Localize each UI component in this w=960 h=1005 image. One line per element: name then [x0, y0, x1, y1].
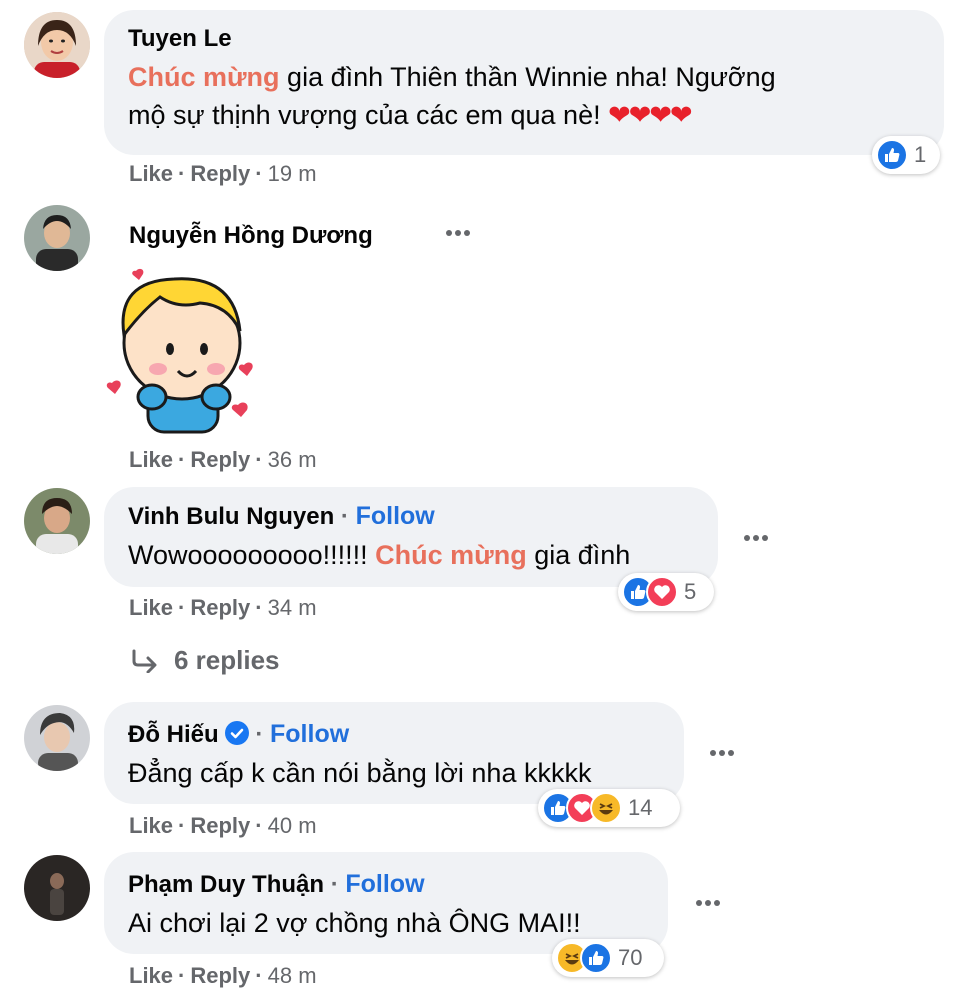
avatar[interactable] — [24, 705, 90, 771]
avatar[interactable] — [24, 12, 90, 78]
reply-arrow-icon — [132, 649, 157, 673]
timestamp[interactable]: 34 m — [268, 595, 317, 620]
like-reaction-icon — [876, 139, 908, 171]
like-button[interactable]: Like — [129, 447, 173, 472]
love-reaction-icon — [646, 576, 678, 608]
comment-author[interactable]: Tuyen Le — [128, 24, 920, 54]
avatar[interactable] — [24, 205, 90, 271]
comment-text: Chúc mừng gia đình Thiên thần Winnie nha… — [128, 62, 776, 130]
like-button[interactable]: Like — [129, 161, 173, 186]
reply-button[interactable]: Reply — [190, 447, 250, 472]
comment-actions: Like · Reply · 40 m — [129, 813, 317, 838]
comment-text: Ai chơi lại 2 vợ chồng nhà ÔNG MAI!! — [128, 908, 581, 938]
comment-author[interactable]: Vinh Bulu Nguyen — [128, 503, 334, 530]
sticker-image[interactable] — [104, 265, 264, 435]
highlighted-text[interactable]: Chúc mừng — [375, 540, 527, 570]
timestamp[interactable]: 19 m — [268, 161, 317, 186]
like-button[interactable]: Like — [129, 813, 173, 838]
reaction-count: 70 — [618, 945, 643, 970]
reaction-summary[interactable]: 70 — [552, 939, 664, 977]
comment-author[interactable]: Nguyễn Hồng Dương — [129, 221, 373, 251]
reaction-summary[interactable]: 1 — [872, 136, 940, 174]
reaction-summary[interactable]: 5 — [618, 573, 714, 611]
replies-label: 6 replies — [174, 645, 280, 675]
timestamp[interactable]: 36 m — [268, 447, 317, 472]
timestamp[interactable]: 48 m — [268, 963, 317, 988]
like-button[interactable]: Like — [129, 963, 173, 988]
avatar[interactable] — [24, 855, 90, 921]
more-options-icon[interactable] — [696, 900, 726, 910]
comment-author[interactable]: Đỗ Hiếu — [128, 721, 219, 748]
more-options-icon[interactable] — [710, 750, 740, 760]
comment-text: Wowooooooooo!!!!!! Chúc mừng gia đình — [128, 540, 631, 570]
haha-reaction-icon — [590, 792, 622, 824]
reaction-count: 14 — [628, 795, 653, 820]
follow-button[interactable]: Follow — [345, 870, 424, 898]
view-replies-button[interactable]: 6 replies — [130, 645, 280, 676]
follow-button[interactable]: Follow — [270, 720, 349, 748]
comment-author[interactable]: Phạm Duy Thuận — [128, 871, 324, 898]
comment-actions: Like · Reply · 48 m — [129, 963, 317, 988]
reply-button[interactable]: Reply — [190, 813, 250, 838]
like-reaction-icon — [580, 942, 612, 974]
reply-button[interactable]: Reply — [190, 963, 250, 988]
highlighted-text[interactable]: Chúc mừng — [128, 62, 280, 92]
follow-button[interactable]: Follow — [356, 502, 435, 530]
reaction-count: 5 — [684, 579, 697, 604]
comment-actions: Like · Reply · 19 m — [129, 161, 317, 186]
reaction-count: 1 — [914, 142, 927, 167]
comment-text: Đẳng cấp k cần nói bằng lời nha kkkkk — [128, 758, 592, 788]
verified-badge-icon — [224, 721, 249, 745]
comment-bubble: Tuyen Le Chúc mừng gia đình Thiên thần W… — [104, 10, 944, 155]
comment-actions: Like · Reply · 36 m — [129, 447, 317, 472]
reaction-summary[interactable]: 14 — [538, 789, 680, 827]
reply-button[interactable]: Reply — [190, 595, 250, 620]
more-options-icon[interactable] — [744, 535, 774, 545]
comment-actions: Like · Reply · 34 m — [129, 595, 317, 620]
timestamp[interactable]: 40 m — [268, 813, 317, 838]
like-button[interactable]: Like — [129, 595, 173, 620]
avatar[interactable] — [24, 488, 90, 554]
more-options-icon[interactable] — [446, 230, 476, 240]
heart-emoji-row: ❤❤❤❤ — [608, 100, 692, 130]
reply-button[interactable]: Reply — [190, 161, 250, 186]
comment-bubble: Vinh Bulu Nguyen · Follow Wowooooooooo!!… — [104, 487, 718, 587]
